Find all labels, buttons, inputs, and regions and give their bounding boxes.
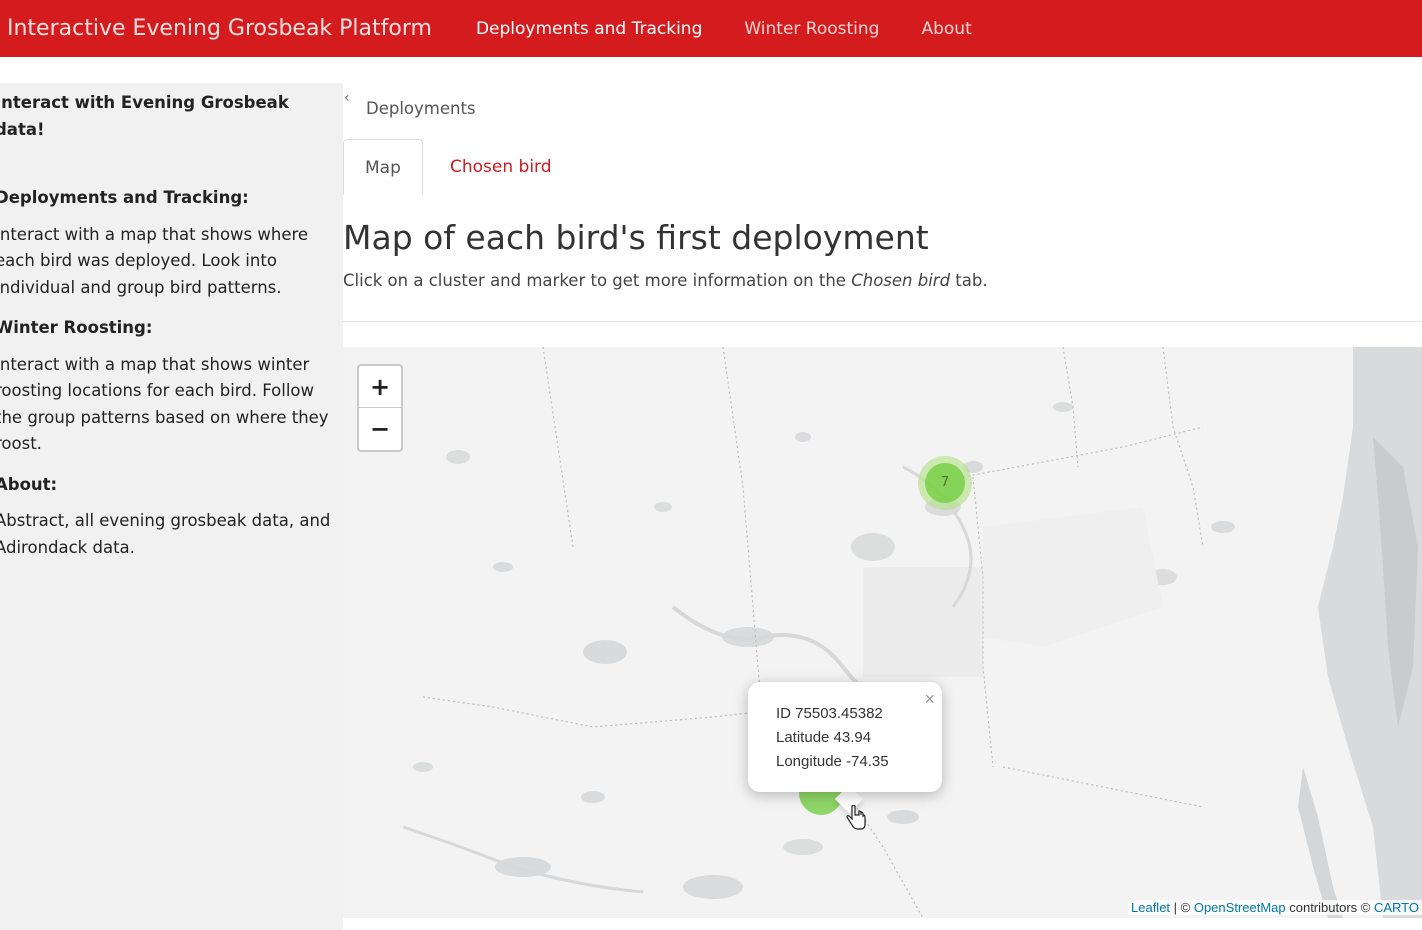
breadcrumb: Deployments (366, 99, 476, 118)
zoom-out-button[interactable]: − (359, 408, 401, 450)
marker-cluster[interactable]: 7 (918, 456, 972, 510)
nav-winter-roosting[interactable]: Winter Roosting (744, 19, 879, 39)
popup-id: ID 75503.45382 (776, 705, 883, 722)
osm-link[interactable]: OpenStreetMap (1194, 900, 1286, 915)
popup-longitude: Longitude -74.35 (776, 753, 889, 770)
sidebar-title: Interact with Evening Grosbeak data! (0, 93, 289, 139)
sidebar-text-deployments: Interact with a map that shows where eac… (0, 224, 309, 297)
tab-map[interactable]: Map (343, 139, 423, 195)
close-icon[interactable]: × (924, 687, 935, 711)
divider (343, 321, 1422, 322)
carto-link[interactable]: CARTO (1374, 900, 1419, 915)
chosen-bird-emphasis: Chosen bird (851, 271, 951, 290)
page-description: Click on a cluster and marker to get mor… (343, 271, 988, 290)
chevron-left-icon[interactable]: ‹ (344, 90, 350, 106)
sidebar-heading-winter: Winter Roosting: (0, 318, 153, 337)
map-basemap (343, 347, 1422, 918)
tab-chosen-bird[interactable]: Chosen bird (429, 139, 573, 195)
nav-about[interactable]: About (921, 19, 971, 39)
sidebar-heading-deployments: Deployments and Tracking: (0, 188, 249, 207)
brand-title[interactable]: Interactive Evening Grosbeak Platform (0, 16, 432, 41)
tab-bar: Map Chosen bird (343, 139, 1422, 195)
zoom-control: + − (357, 364, 403, 452)
sidebar-heading-about: About: (0, 474, 58, 494)
zoom-in-button[interactable]: + (359, 366, 401, 408)
popup-latitude: Latitude 43.94 (776, 729, 872, 746)
page-title: Map of each bird's first deployment (343, 218, 929, 257)
marker-popup: × ID 75503.45382 Latitude 43.94 Longitud… (748, 682, 942, 792)
nav-deployments-tracking[interactable]: Deployments and Tracking (476, 19, 702, 39)
sidebar-text-winter: Interact with a map that shows winter ro… (0, 354, 329, 454)
map-attribution: Leaflet | © OpenStreetMap contributors ©… (1128, 900, 1422, 915)
navbar: Interactive Evening Grosbeak Platform De… (0, 0, 1422, 57)
sidebar-text-about: Abstract, all evening grosbeak data, and… (0, 511, 331, 557)
cluster-count: 7 (925, 463, 965, 503)
sidebar: Interact with Evening Grosbeak data! Dep… (0, 83, 343, 930)
map[interactable]: + − 7 × ID 75503.45382 Latitude 43.94 Lo… (343, 347, 1422, 918)
hand-cursor-icon (846, 805, 866, 830)
leaflet-link[interactable]: Leaflet (1131, 900, 1170, 915)
